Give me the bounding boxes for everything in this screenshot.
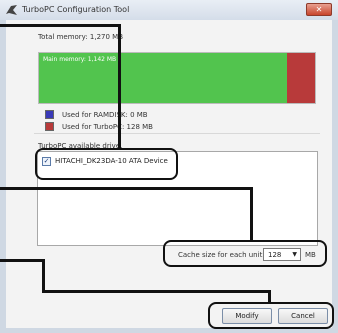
cache-callout-outline bbox=[163, 240, 327, 267]
main-memory-label: Main memory: 1,142 MB bbox=[43, 56, 117, 63]
callout-line bbox=[250, 187, 253, 240]
callout-line bbox=[0, 187, 252, 190]
total-memory-label: Total memory: 1,270 MB bbox=[38, 33, 124, 41]
window-frame-left bbox=[0, 20, 6, 333]
title-bar[interactable]: TurboPC Configuration Tool ✕ bbox=[0, 0, 338, 21]
callout-line bbox=[42, 290, 270, 293]
callout-line bbox=[118, 24, 121, 148]
drive-callout-outline bbox=[35, 148, 178, 180]
main-memory-segment: Main memory: 1,142 MB bbox=[39, 53, 287, 103]
callout-line bbox=[268, 290, 271, 302]
ramdisk-legend-swatch bbox=[45, 110, 54, 119]
callout-line bbox=[0, 24, 120, 27]
turbopc-legend-label: Used for TurboPC: 128 MB bbox=[62, 123, 153, 131]
turbopc-memory-segment bbox=[287, 53, 315, 103]
memory-bar: Main memory: 1,142 MB bbox=[38, 52, 316, 104]
window-frame-right bbox=[332, 20, 338, 333]
callout-line bbox=[0, 259, 44, 262]
close-icon: ✕ bbox=[315, 5, 323, 14]
turbopc-legend-swatch bbox=[45, 122, 54, 131]
ramdisk-legend-label: Used for RAMDISK: 0 MB bbox=[62, 111, 148, 119]
buttons-callout-outline bbox=[208, 302, 334, 329]
separator bbox=[34, 133, 320, 134]
turbopc-configuration-window: TurboPC Configuration Tool ✕ Total memor… bbox=[0, 0, 338, 333]
turbopc-icon bbox=[6, 5, 17, 15]
callout-line bbox=[42, 259, 45, 292]
close-button[interactable]: ✕ bbox=[306, 3, 332, 16]
window-title: TurboPC Configuration Tool bbox=[22, 5, 130, 14]
